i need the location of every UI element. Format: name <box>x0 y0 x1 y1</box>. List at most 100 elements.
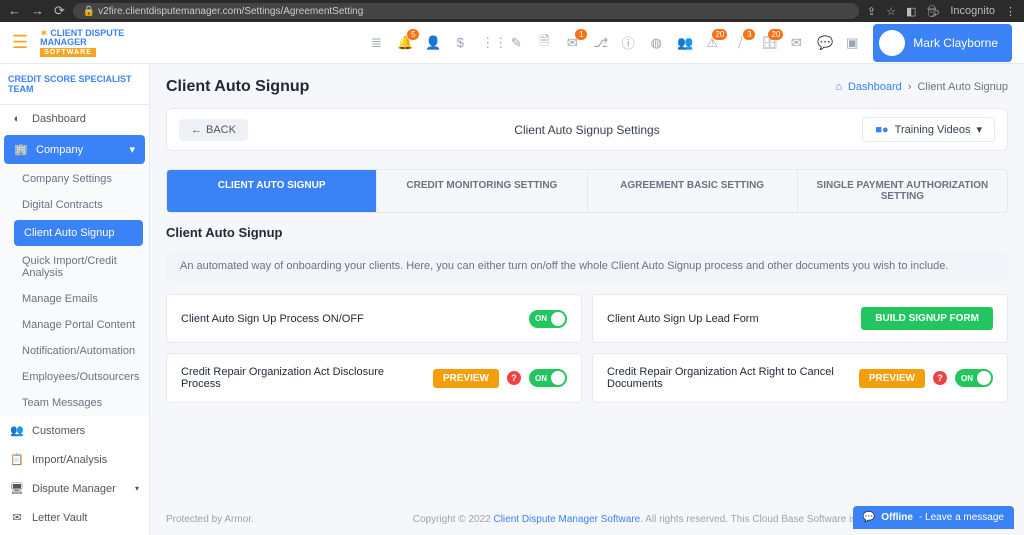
sidebar-item-label: Customers <box>32 425 85 437</box>
tab-client-auto-signup[interactable]: CLIENT AUTO SIGNUP <box>167 170 377 212</box>
sub-client-auto-signup[interactable]: Client Auto Signup <box>14 220 143 246</box>
sidebar-item-import[interactable]: 📋 Import/Analysis <box>0 445 149 474</box>
team-label: CREDIT SCORE SPECIALIST TEAM <box>0 64 149 105</box>
toggle-cancel[interactable]: ON <box>955 369 993 387</box>
card-process-toggle: Client Auto Sign Up Process ON/OFF ON <box>166 294 582 343</box>
tab-single-payment[interactable]: SINGLE PAYMENT AUTHORIZATION SETTING <box>798 170 1007 212</box>
user-chip[interactable]: ✦ Mark Clayborne <box>873 24 1012 62</box>
breadcrumb-home[interactable]: Dashboard <box>848 81 902 93</box>
share-icon[interactable]: ⇪ <box>867 5 876 18</box>
breadcrumb: ⌂ Dashboard › Client Auto Signup <box>835 81 1008 93</box>
page-title: Client Auto Signup <box>166 78 309 96</box>
sub-team-messages[interactable]: Team Messages <box>0 390 149 416</box>
footer-link[interactable]: Client Dispute Manager Software <box>493 514 640 525</box>
branch-icon[interactable]: ⎇ <box>593 35 607 51</box>
help-icon[interactable]: ? <box>507 371 521 385</box>
extension-icon[interactable]: ◧ <box>906 5 916 18</box>
avatar: ✦ <box>879 30 905 56</box>
training-videos-button[interactable]: ■●Training Videos▾ <box>862 117 995 142</box>
grip-icon[interactable]: ⋮⋮ <box>481 35 495 51</box>
settings-panel: ←BACK Client Auto Signup Settings ■●Trai… <box>166 108 1008 151</box>
sub-quick-import[interactable]: Quick Import/Credit Analysis <box>0 248 149 286</box>
url-bar[interactable]: 🔒 v2fire.clientdisputemanager.com/Settin… <box>73 3 859 19</box>
warning-icon[interactable]: ⚠20 <box>705 35 719 51</box>
reload-icon[interactable]: ⟳ <box>54 3 65 19</box>
database-icon[interactable]: 🗄20 <box>761 35 775 51</box>
top-icons: ≣ 🔔5 👤 $ ⋮⋮ ✎ 🗎 ✉1 ⎇ ⓘ ◍ 👥 ⚠20 ⧸3 🗄20 ✉ … <box>369 24 1012 62</box>
tab-credit-monitoring[interactable]: CREDIT MONITORING SETTING <box>377 170 587 212</box>
url-text: v2fire.clientdisputemanager.com/Settings… <box>98 6 363 17</box>
sidebar-item-dispute[interactable]: 🖥Dispute Manager▾ <box>0 474 149 503</box>
sidebar-item-label: Company <box>36 144 83 156</box>
menu-icon[interactable]: ☰ <box>12 32 28 53</box>
sub-digital-contracts[interactable]: Digital Contracts <box>0 192 149 218</box>
back-button[interactable]: ←BACK <box>179 119 248 141</box>
panel-title: Client Auto Signup Settings <box>514 123 659 137</box>
sub-employees[interactable]: Employees/Outsourcers <box>0 364 149 390</box>
kebab-icon[interactable]: ⋮ <box>1005 5 1016 18</box>
open-mail-icon[interactable]: ✉ <box>789 35 803 51</box>
breadcrumb-current: Client Auto Signup <box>917 81 1008 93</box>
video-icon: ■● <box>875 124 888 136</box>
badge: 20 <box>768 29 783 40</box>
list-icon[interactable]: ≣ <box>369 35 383 51</box>
card-label: Credit Repair Organization Act Right to … <box>607 366 851 390</box>
cards-grid: Client Auto Sign Up Process ON/OFF ON Cl… <box>166 294 1008 403</box>
chevron-down-icon: ▾ <box>129 143 135 156</box>
mail-icon[interactable]: ✉1 <box>565 35 579 51</box>
globe-icon[interactable]: ◍ <box>649 35 663 51</box>
badge: 1 <box>575 29 587 40</box>
toggle-process[interactable]: ON <box>529 310 567 328</box>
card-cancel-docs: Credit Repair Organization Act Right to … <box>592 353 1008 403</box>
chat-icon[interactable]: 💬 <box>817 35 831 51</box>
dollar-icon[interactable]: $ <box>453 35 467 50</box>
info-icon[interactable]: ⓘ <box>621 33 635 52</box>
monitor-icon: 🖥 <box>10 482 24 495</box>
chevron-right-icon: › <box>908 81 912 93</box>
app-topbar: ☰ ✶ CLIENT DISPUTE MANAGER SOFTWARE ≣ 🔔5… <box>0 22 1024 64</box>
box-icon[interactable]: ▣ <box>845 35 859 51</box>
sidebar-item-label: Dashboard <box>32 113 86 125</box>
sub-manage-emails[interactable]: Manage Emails <box>0 286 149 312</box>
back-icon[interactable]: ← <box>8 3 21 19</box>
group-icon[interactable]: 👥 <box>677 35 691 51</box>
tab-agreement-basic[interactable]: AGREEMENT BASIC SETTING <box>588 170 798 212</box>
card-lead-form: Client Auto Sign Up Lead Form BUILD SIGN… <box>592 294 1008 343</box>
preview-disclosure-button[interactable]: PREVIEW <box>433 369 499 388</box>
pencil-icon[interactable]: ✎ <box>509 35 523 51</box>
profile-label: Incognito <box>950 5 995 17</box>
gauge-icon: ◐ <box>10 113 24 125</box>
slash-icon[interactable]: ⧸3 <box>733 35 747 51</box>
sidebar-item-customers[interactable]: 👥 Customers <box>0 416 149 445</box>
preview-cancel-button[interactable]: PREVIEW <box>859 369 925 388</box>
forward-icon[interactable]: → <box>31 3 44 19</box>
help-icon[interactable]: ? <box>933 371 947 385</box>
chat-bubble-icon: 💬 <box>863 512 875 523</box>
sidebar: CREDIT SCORE SPECIALIST TEAM ◐Dashboard … <box>0 64 150 535</box>
people-icon: 👥 <box>10 424 24 437</box>
file-icon[interactable]: 🗎 <box>537 32 551 54</box>
clipboard-icon: 📋 <box>10 453 24 466</box>
main-content: Client Auto Signup ⌂ Dashboard › Client … <box>150 64 1024 535</box>
card-label: Client Auto Sign Up Lead Form <box>607 313 853 325</box>
bell-icon[interactable]: 🔔5 <box>397 35 411 51</box>
toggle-disclosure[interactable]: ON <box>529 369 567 387</box>
lock-icon: 🔒 <box>83 6 98 17</box>
sidebar-item-label: Import/Analysis <box>32 454 107 466</box>
footer-left: Protected by Armor. <box>166 514 254 525</box>
incognito-icon: 🕵︎ <box>926 5 940 18</box>
user-icon[interactable]: 👤 <box>425 35 439 51</box>
sub-company-settings[interactable]: Company Settings <box>0 166 149 192</box>
sidebar-item-label: Dispute Manager <box>32 483 116 495</box>
sidebar-item-dashboard[interactable]: ◐ Dashboard <box>0 105 149 133</box>
card-label: Credit Repair Organization Act Disclosur… <box>181 366 425 390</box>
mail-open-icon: ✉ <box>10 511 24 524</box>
building-icon: 🏢 <box>14 143 28 156</box>
star-icon[interactable]: ☆ <box>886 5 896 18</box>
sub-manage-portal[interactable]: Manage Portal Content <box>0 312 149 338</box>
sub-notification[interactable]: Notification/Automation <box>0 338 149 364</box>
chat-widget[interactable]: 💬 Offline - Leave a message <box>853 506 1014 529</box>
sidebar-item-company[interactable]: 🏢 Company ▾ <box>4 135 145 164</box>
build-signup-form-button[interactable]: BUILD SIGNUP FORM <box>861 307 993 330</box>
sidebar-item-letter[interactable]: ✉Letter Vault <box>0 503 149 532</box>
